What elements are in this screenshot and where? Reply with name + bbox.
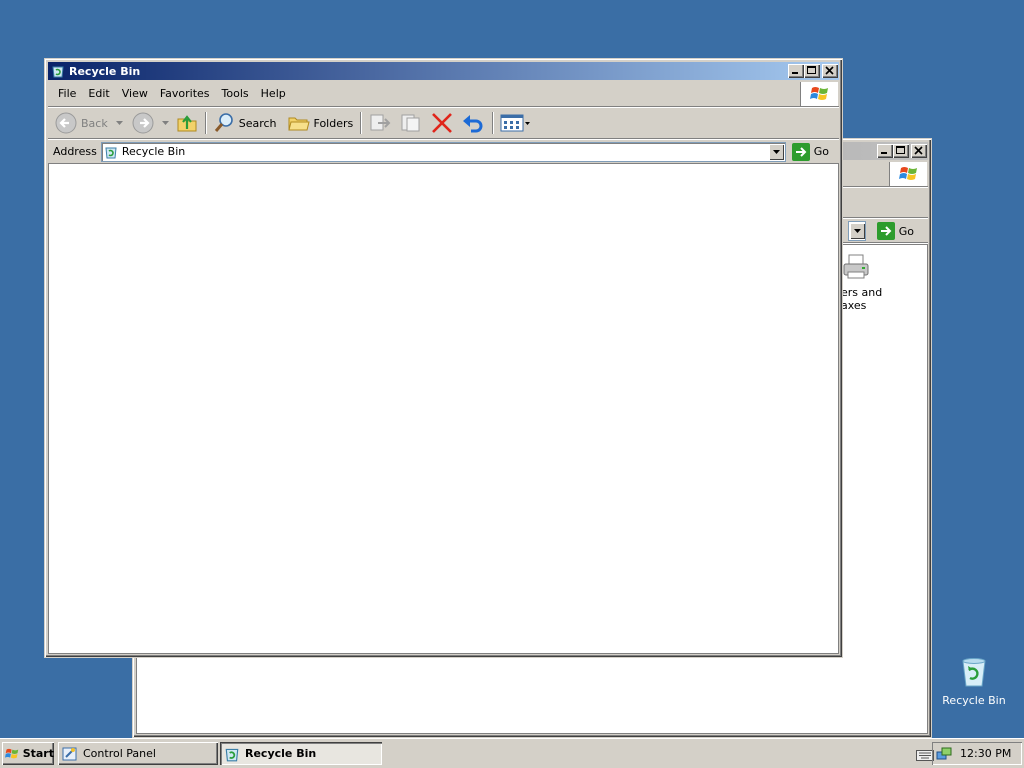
forward-arrow-icon [132, 112, 154, 134]
search-label: Search [238, 116, 277, 130]
go-label: Go [813, 145, 829, 158]
go-arrow-icon [791, 142, 810, 161]
recycle-bin-window[interactable]: Recycle Bin File Edit View Favorites Too… [44, 58, 843, 658]
menu-file[interactable]: File [52, 85, 82, 102]
maximize-button[interactable] [804, 64, 820, 78]
task-label: Control Panel [83, 747, 156, 760]
menu-favorites[interactable]: Favorites [154, 85, 216, 102]
close-button[interactable] [822, 64, 838, 78]
close-icon [914, 146, 923, 155]
menu-tools[interactable]: Tools [216, 85, 255, 102]
delete-button[interactable] [427, 110, 457, 136]
task-label: Recycle Bin [245, 747, 317, 760]
toolbar-separator [204, 112, 207, 134]
search-button[interactable]: Search [210, 110, 280, 136]
windows-logo-box [800, 82, 838, 106]
address-label: Address [53, 145, 97, 158]
windows-flag-icon [898, 167, 917, 180]
maximize-button[interactable] [893, 144, 909, 158]
chevron-down-icon [525, 121, 531, 125]
back-label: Back [81, 116, 108, 130]
chevron-down-icon [115, 121, 123, 125]
chevron-down-icon [161, 121, 169, 125]
chevron-down-icon [772, 149, 780, 154]
recycle-bin-icon [52, 66, 64, 78]
recycle-bin-icon [962, 658, 986, 687]
recycle-bin-icon [105, 147, 117, 158]
close-icon [825, 66, 834, 75]
go-arrow-icon [876, 222, 895, 240]
desktop-icon-label: Recycle Bin [942, 694, 1006, 707]
system-tray: 12:30 PM [932, 742, 1022, 765]
printer-icon [843, 254, 869, 279]
menubar: File Edit View Favorites Tools Help [48, 81, 839, 107]
minimize-icon [881, 152, 887, 154]
taskbar: Start Control Panel Recycle Bin 12:30 PM [0, 738, 1024, 768]
folder-up-icon [177, 115, 197, 132]
printers-label-line2: axes [841, 299, 867, 312]
search-icon [214, 113, 233, 132]
go-button[interactable]: Go [871, 221, 924, 241]
windows-flag-icon [809, 87, 828, 100]
undo-button[interactable] [458, 110, 488, 136]
go-label: Go [898, 224, 914, 238]
clock[interactable]: 12:30 PM [960, 747, 1011, 760]
up-folder-button[interactable] [173, 110, 201, 136]
toolbar-separator [492, 112, 495, 134]
windows-logo-box [889, 162, 927, 186]
address-value: Recycle Bin [121, 145, 186, 158]
task-control-panel[interactable]: Control Panel [58, 742, 218, 765]
recycle-bin-titlebar[interactable]: Recycle Bin [48, 62, 839, 80]
copy-to-button[interactable] [396, 110, 426, 136]
back-arrow-icon [55, 112, 77, 134]
printers-and-faxes-item[interactable]: ers and axes [837, 253, 897, 312]
views-button[interactable] [497, 110, 533, 136]
chevron-down-icon [854, 229, 861, 233]
toolbar: Back Search Folders [48, 108, 839, 139]
minimize-button[interactable] [877, 144, 893, 158]
task-recycle-bin[interactable]: Recycle Bin [220, 742, 382, 765]
start-button[interactable]: Start [2, 742, 54, 765]
address-dropdown-button[interactable] [850, 223, 865, 239]
control-panel-icon [62, 747, 77, 760]
folders-icon [287, 117, 310, 131]
move-to-button[interactable] [365, 110, 395, 136]
toolbar-separator [360, 112, 363, 134]
printers-label-line1: ers and [841, 286, 883, 299]
addressbar: Address Recycle Bin Go [48, 140, 839, 163]
menu-help[interactable]: Help [255, 85, 292, 102]
minimize-button[interactable] [788, 64, 804, 78]
back-button[interactable]: Back [52, 110, 126, 136]
address-dropdown-button[interactable] [768, 143, 784, 160]
desktop-recycle-bin[interactable]: Recycle Bin [937, 656, 1011, 707]
undo-icon [463, 115, 483, 133]
network-icon[interactable] [936, 746, 952, 762]
views-icon [500, 114, 524, 132]
maximize-icon [896, 146, 905, 154]
folders-button[interactable]: Folders [285, 110, 357, 136]
maximize-icon [807, 66, 816, 74]
recycle-bin-icon [225, 748, 239, 761]
address-field[interactable]: Recycle Bin [100, 141, 786, 162]
windows-flag-icon [5, 748, 19, 758]
minimize-icon [792, 72, 798, 74]
menu-view[interactable]: View [116, 85, 154, 102]
delete-x-icon [432, 113, 453, 133]
move-to-icon [370, 114, 391, 131]
address-field[interactable] [848, 221, 866, 241]
start-label: Start [22, 747, 54, 760]
forward-button[interactable] [129, 110, 172, 136]
recycle-bin-content[interactable] [48, 163, 839, 654]
close-button[interactable] [911, 144, 927, 158]
copy-to-icon [401, 114, 420, 132]
go-button[interactable]: Go [786, 142, 839, 162]
window-title: Recycle Bin [69, 64, 141, 78]
folders-label: Folders [313, 116, 354, 130]
menu-edit[interactable]: Edit [82, 85, 115, 102]
